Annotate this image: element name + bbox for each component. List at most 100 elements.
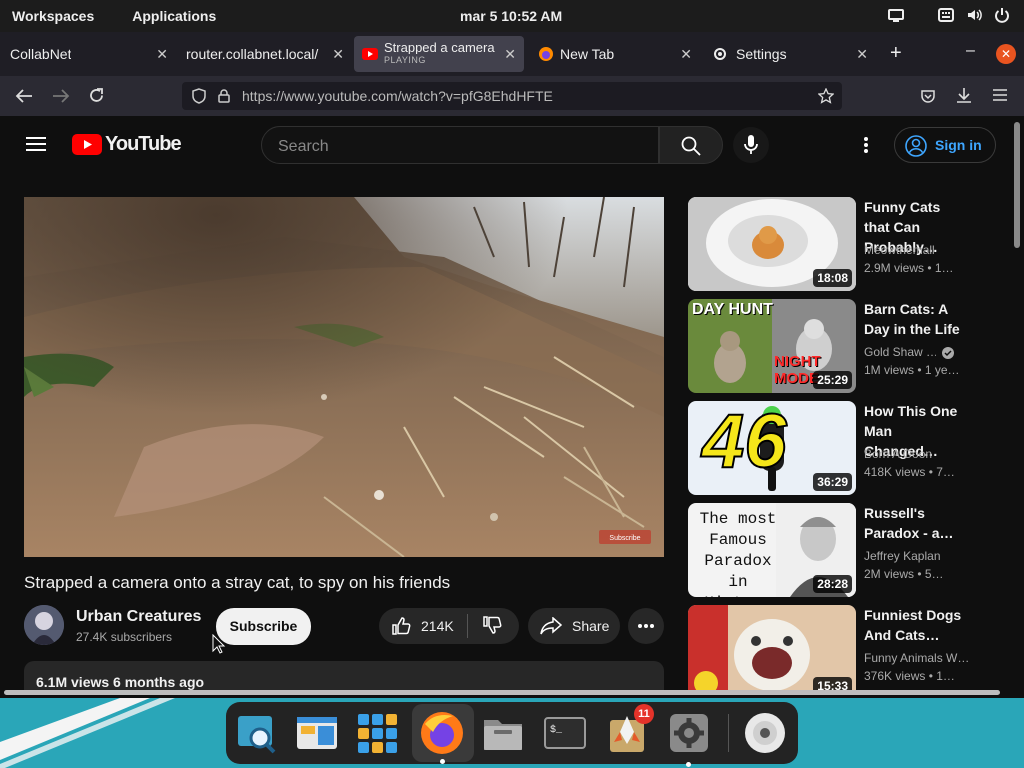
search-button[interactable]	[659, 126, 723, 164]
close-icon[interactable]: ✕	[504, 46, 516, 63]
recommendation-channel[interactable]: Jeffrey Kaplan	[864, 549, 968, 563]
pocket-icon[interactable]	[920, 88, 936, 104]
video-thumbnail[interactable]: 46 36:29	[688, 401, 856, 495]
svg-text:$_: $_	[550, 724, 563, 736]
tab-youtube-video[interactable]: Strapped a camera PLAYING ✕	[354, 36, 524, 72]
recommendation-title[interactable]: Russell's Paradox - a…	[864, 503, 968, 543]
workspaces-menu[interactable]: Workspaces	[12, 8, 94, 24]
system-top-bar: Workspaces Applications mar 5 10:52 AM	[0, 0, 1024, 32]
recommendation-item[interactable]: 18:08 Funny Cats that Can Probably… Meow…	[688, 197, 978, 291]
subscribe-button[interactable]: Subscribe	[216, 608, 311, 645]
bookmark-star-icon[interactable]	[818, 88, 834, 104]
video-thumbnail[interactable]: The most Famous Paradox in History 28:28	[688, 503, 856, 597]
dock: $_ 11	[226, 702, 798, 767]
recommendation-channel[interactable]: Funny Animals W…	[864, 651, 968, 665]
close-icon[interactable]: ✕	[856, 46, 868, 63]
dock-app-terminal[interactable]: $_	[542, 710, 588, 756]
tab-collabnet[interactable]: CollabNet ✕	[0, 32, 176, 76]
tab-router[interactable]: router.collabnet.local/ ✕	[178, 32, 352, 76]
dock-app-grid[interactable]	[354, 710, 400, 756]
recommendation-meta: 2M views • 5…	[864, 567, 944, 581]
reload-icon[interactable]	[88, 87, 105, 104]
terminal-app-icon: $_	[544, 717, 586, 749]
dock-app-settings[interactable]	[666, 710, 712, 767]
close-icon[interactable]: ✕	[332, 46, 344, 63]
video-player[interactable]: Subscribe	[24, 197, 664, 557]
shield-icon[interactable]	[192, 88, 206, 104]
more-horizontal-icon	[638, 624, 654, 628]
close-icon[interactable]: ✕	[680, 46, 692, 63]
recommendation-item[interactable]: The most Famous Paradox in History 28:28…	[688, 503, 978, 597]
forward-arrow-icon[interactable]	[52, 88, 70, 104]
clock[interactable]: mar 5 10:52 AM	[460, 8, 562, 24]
display-icon[interactable]	[888, 7, 904, 23]
recommendation-item[interactable]: 46 36:29 How This One Man Changed… Born …	[688, 401, 978, 495]
recommendation-title[interactable]: Barn Cats: A Day in the Life	[864, 299, 968, 339]
dock-app-screenshot[interactable]	[294, 710, 340, 756]
recommendation-channel[interactable]: Gold Shaw …	[864, 345, 936, 359]
url-text[interactable]: https://www.youtube.com/watch?v=pfG8EhdH…	[242, 88, 553, 104]
power-icon[interactable]	[994, 7, 1010, 23]
recommendation-item[interactable]: 15:33 Funniest Dogs And Cats… Funny Anim…	[688, 605, 978, 690]
dock-app-disc[interactable]	[742, 710, 788, 756]
vertical-scrollbar[interactable]	[1014, 122, 1020, 248]
minimize-button[interactable]: –	[966, 42, 975, 60]
firefox-app-icon	[421, 712, 463, 754]
dock-app-files[interactable]	[480, 710, 526, 756]
video-duration: 28:28	[813, 575, 852, 593]
tab-title: router.collabnet.local/	[186, 46, 319, 62]
thumbnail-text: 46	[701, 401, 788, 485]
gear-icon	[714, 48, 726, 60]
youtube-page: YouTube Search Sign in Subscribe Strappe…	[0, 116, 1012, 690]
hamburger-menu-icon[interactable]	[992, 88, 1008, 102]
more-actions-button[interactable]	[628, 608, 664, 644]
close-icon[interactable]: ✕	[156, 46, 168, 63]
dislike-button[interactable]	[468, 615, 502, 638]
lock-icon[interactable]	[218, 89, 230, 103]
dock-app-search[interactable]	[234, 710, 280, 756]
recommendation-channel[interactable]: Born A Goon	[864, 447, 968, 461]
verified-badge-icon	[942, 347, 954, 359]
video-thumbnail[interactable]: 15:33	[688, 605, 856, 690]
keyboard-icon[interactable]	[938, 7, 954, 23]
running-indicator	[686, 762, 691, 767]
recommendation-channel[interactable]: Meowthemall	[864, 243, 968, 257]
thumbs-up-icon	[392, 617, 411, 635]
tab-new-tab[interactable]: New Tab ✕	[528, 32, 700, 76]
guide-menu-icon[interactable]	[26, 136, 46, 152]
running-indicator	[440, 759, 445, 764]
tab-settings[interactable]: Settings ✕	[704, 32, 876, 76]
recommendation-item[interactable]: DAY HUNT NIGHT MODE 25:29 Barn Cats: A D…	[688, 299, 978, 393]
channel-avatar[interactable]	[24, 605, 64, 645]
dock-app-firefox[interactable]	[412, 704, 474, 764]
url-bar[interactable]: https://www.youtube.com/watch?v=pfG8EhdH…	[182, 82, 842, 110]
more-options-icon[interactable]	[863, 136, 869, 154]
downloads-icon[interactable]	[956, 87, 972, 104]
like-button[interactable]: 214K	[379, 616, 467, 636]
volume-icon[interactable]	[966, 7, 982, 23]
back-arrow-icon[interactable]	[15, 88, 33, 104]
sign-in-button[interactable]: Sign in	[894, 127, 996, 163]
dock-app-launcher[interactable]: 11	[604, 704, 654, 756]
recommendation-title[interactable]: Funniest Dogs And Cats…	[864, 605, 968, 645]
view-count-date: 6.1M views 6 months ago	[36, 674, 205, 690]
new-tab-button[interactable]: +	[890, 42, 902, 65]
video-thumbnail[interactable]: 18:08	[688, 197, 856, 291]
description-box[interactable]: 6.1M views 6 months ago	[24, 661, 664, 690]
video-thumbnail[interactable]: DAY HUNT NIGHT MODE 25:29	[688, 299, 856, 393]
horizontal-scrollbar[interactable]	[4, 690, 1000, 695]
search-input[interactable]: Search	[261, 126, 659, 164]
window-close-button[interactable]: ✕	[996, 44, 1016, 64]
tab-playing-label: PLAYING	[384, 55, 426, 65]
like-dislike-group: 214K	[379, 608, 519, 644]
share-button[interactable]: Share	[528, 608, 620, 644]
recommendation-meta: 1M views • 1 ye…	[864, 363, 960, 377]
thumbnail-text: DAY HUNT	[692, 301, 773, 318]
channel-name[interactable]: Urban Creatures	[76, 608, 201, 626]
youtube-logo[interactable]: YouTube	[72, 133, 182, 156]
system-tray[interactable]	[888, 7, 1010, 23]
voice-search-button[interactable]	[733, 127, 769, 163]
like-count: 214K	[421, 618, 454, 634]
tab-title: New Tab	[560, 46, 615, 62]
applications-menu[interactable]: Applications	[132, 8, 216, 24]
